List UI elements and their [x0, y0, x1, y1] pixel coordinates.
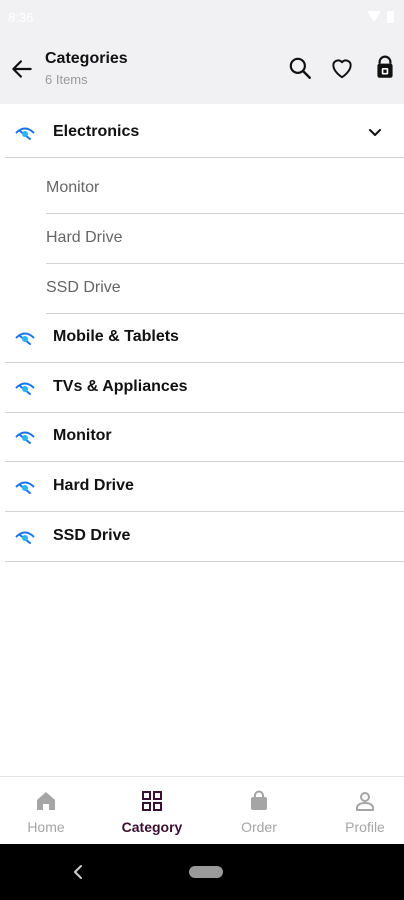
item-count: 6 Items — [45, 72, 88, 87]
category-item-mobile-tablets[interactable]: Mobile & Tablets — [5, 313, 404, 363]
eye-icon — [15, 481, 35, 494]
category-label: TVs & Appliances — [53, 378, 188, 395]
nav-label: Order — [241, 819, 277, 835]
search-icon[interactable] — [287, 55, 313, 81]
status-bar: 8:36 — [0, 0, 404, 36]
subcategory-item-hard-drive[interactable]: Hard Drive — [46, 214, 404, 264]
bottom-navigation: Home Category Order Profile — [0, 776, 404, 845]
page-title: Categories — [45, 50, 128, 67]
nav-label: Home — [27, 819, 65, 835]
system-navigation-bar — [0, 844, 404, 900]
wifi-icon — [367, 11, 381, 22]
subcategory-item-monitor[interactable]: Monitor — [46, 164, 404, 214]
nav-label: Profile — [345, 819, 385, 835]
subcategory-item-ssd-drive[interactable]: SSD Drive — [46, 264, 404, 314]
eye-icon — [15, 382, 35, 395]
subcategory-label: Hard Drive — [46, 229, 123, 246]
shopping-bag-icon[interactable] — [372, 55, 398, 81]
category-item-monitor[interactable]: Monitor — [5, 412, 404, 462]
eye-icon — [15, 431, 35, 444]
subcategory-label: SSD Drive — [46, 279, 121, 296]
nav-item-category[interactable]: Category — [102, 777, 202, 845]
subcategory-label: Monitor — [46, 179, 100, 196]
chevron-down-icon[interactable] — [368, 128, 382, 138]
category-item-ssd-drive[interactable]: SSD Drive — [5, 512, 404, 562]
system-back-icon[interactable] — [70, 862, 86, 882]
battery-icon — [387, 11, 394, 23]
nav-item-profile[interactable]: Profile — [315, 777, 404, 845]
eye-icon — [15, 127, 35, 140]
system-home-pill[interactable] — [189, 866, 223, 878]
home-icon — [37, 792, 55, 810]
nav-label: Category — [121, 819, 183, 835]
category-item-electronics[interactable]: Electronics — [5, 108, 404, 158]
category-label: Monitor — [53, 427, 112, 444]
category-label: Electronics — [53, 123, 140, 140]
nav-item-order[interactable]: Order — [209, 777, 309, 845]
category-label: SSD Drive — [53, 527, 131, 544]
heart-icon[interactable] — [329, 55, 355, 81]
status-icons — [367, 11, 394, 23]
back-arrow-icon[interactable] — [9, 56, 35, 82]
nav-item-home[interactable]: Home — [0, 777, 96, 845]
grid-icon — [142, 791, 162, 811]
category-label: Mobile & Tablets — [53, 328, 179, 345]
category-label: Hard Drive — [53, 477, 134, 494]
category-item-hard-drive[interactable]: Hard Drive — [5, 462, 404, 512]
eye-icon — [15, 531, 35, 544]
person-icon — [356, 792, 374, 811]
status-time: 8:36 — [8, 10, 34, 25]
app-bar: Categories 6 Items — [0, 36, 404, 104]
eye-icon — [15, 332, 35, 345]
category-item-tvs-appliances[interactable]: TVs & Appliances — [5, 363, 404, 413]
shopping-bag-icon — [251, 790, 267, 810]
